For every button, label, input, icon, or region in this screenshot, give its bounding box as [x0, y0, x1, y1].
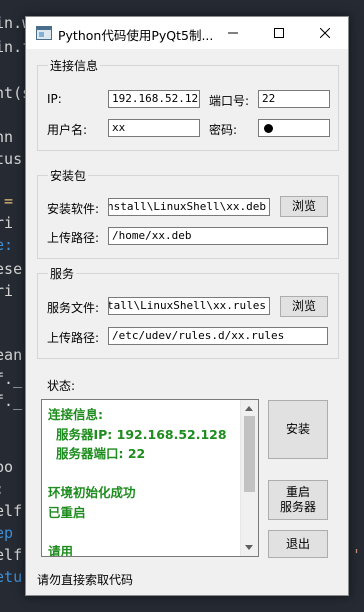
status-log[interactable]: 连接信息: 服务器IP: 192.168.52.128 服务器端口: 22 环境…	[41, 399, 259, 557]
password-input[interactable]	[258, 119, 330, 137]
exit-button[interactable]: 退出	[268, 530, 328, 558]
port-input[interactable]: 22	[258, 90, 330, 108]
username-label: 用户名:	[47, 123, 88, 137]
minimize-icon	[228, 32, 238, 34]
port-label: 端口号:	[209, 94, 250, 108]
software-path-input[interactable]: andinstall\LinuxShell\xx.deb	[108, 198, 270, 216]
status-log-text: 连接信息: 服务器IP: 192.168.52.128 服务器端口: 22 环境…	[48, 405, 238, 557]
code-line: self	[0, 546, 23, 564]
log-line: 请用	[48, 543, 74, 557]
log-line: 环境初始化成功	[48, 485, 136, 500]
package-group-title: 安装包	[48, 167, 89, 184]
code-line: rese	[0, 260, 23, 278]
log-scrollbar[interactable]	[240, 400, 258, 556]
code-line: r:	[0, 480, 4, 498]
scroll-down-icon[interactable]	[245, 545, 253, 550]
service-group-title: 服务	[48, 265, 77, 282]
window-title: Python代码使用PyQt5制...	[58, 28, 214, 43]
close-icon	[320, 28, 330, 38]
code-line: lean	[0, 346, 23, 364]
log-line: 服务器IP: 192.168.52.128	[56, 426, 227, 442]
maximize-icon	[274, 28, 284, 38]
code-line: ann	[0, 128, 14, 146]
software-label: 安装软件:	[47, 202, 100, 216]
service-browse-button[interactable]: 浏览	[280, 296, 328, 317]
service-upload-label: 上传路径:	[47, 331, 100, 345]
app-icon	[36, 26, 52, 40]
title-bar[interactable]: Python代码使用PyQt5制...	[26, 17, 348, 49]
code-line: se:	[0, 236, 14, 254]
scroll-thumb[interactable]	[244, 416, 255, 492]
code-line: cep	[0, 524, 14, 542]
code-line: pri	[0, 214, 14, 232]
minimize-button[interactable]	[210, 17, 256, 49]
footer-text: 请勿直接索取代码	[37, 573, 134, 587]
restart-server-button[interactable]: 重启 服务器	[268, 480, 328, 520]
service-group: 服务 服务文件: nstall\LinuxShell\xx.rules 浏览 上…	[37, 265, 339, 359]
service-file-input[interactable]: nstall\LinuxShell\xx.rules	[108, 297, 270, 315]
code-line: lf._	[0, 392, 23, 410]
username-input[interactable]: xx	[108, 119, 200, 137]
maximize-button[interactable]	[256, 17, 302, 49]
log-line: 连接信息:	[48, 407, 103, 422]
code-line: ebo	[0, 458, 14, 476]
ip-label: IP:	[47, 92, 62, 106]
log-line: 服务器端口: 22	[56, 446, 146, 461]
package-upload-input[interactable]: /home/xx.deb	[108, 227, 328, 245]
install-button[interactable]: 安装	[268, 400, 328, 459]
code-line: atus	[0, 150, 23, 168]
code-fragment-right: '	[352, 546, 362, 564]
password-mask-dot	[264, 124, 273, 133]
app-window: Python代码使用PyQt5制... 连接信息 IP: 192.168.52.…	[25, 16, 349, 596]
connection-group-title: 连接信息	[48, 57, 101, 74]
close-button[interactable]	[302, 17, 348, 49]
ip-input[interactable]: 192.168.52.128	[108, 90, 200, 108]
code-line: retu	[0, 568, 23, 586]
connection-group: 连接信息 IP: 192.168.52.128 端口号: 22 用户名: xx …	[37, 57, 339, 151]
service-upload-input[interactable]: /etc/udev/rules.d/xx.rules	[108, 327, 328, 345]
package-upload-label: 上传路径:	[47, 231, 100, 245]
service-file-label: 服务文件:	[47, 301, 100, 315]
scroll-up-icon[interactable]	[245, 406, 253, 411]
software-browse-button[interactable]: 浏览	[280, 196, 328, 217]
status-label: 状态:	[47, 379, 76, 393]
code-line: 0 =	[0, 192, 14, 210]
code-line: self	[0, 502, 23, 520]
code-line: lf._	[0, 370, 23, 388]
log-line: 已重启	[48, 504, 86, 520]
password-label: 密码:	[209, 123, 238, 137]
code-line: pri	[0, 282, 14, 300]
package-group: 安装包 安装软件: andinstall\LinuxShell\xx.deb 浏…	[37, 167, 339, 259]
